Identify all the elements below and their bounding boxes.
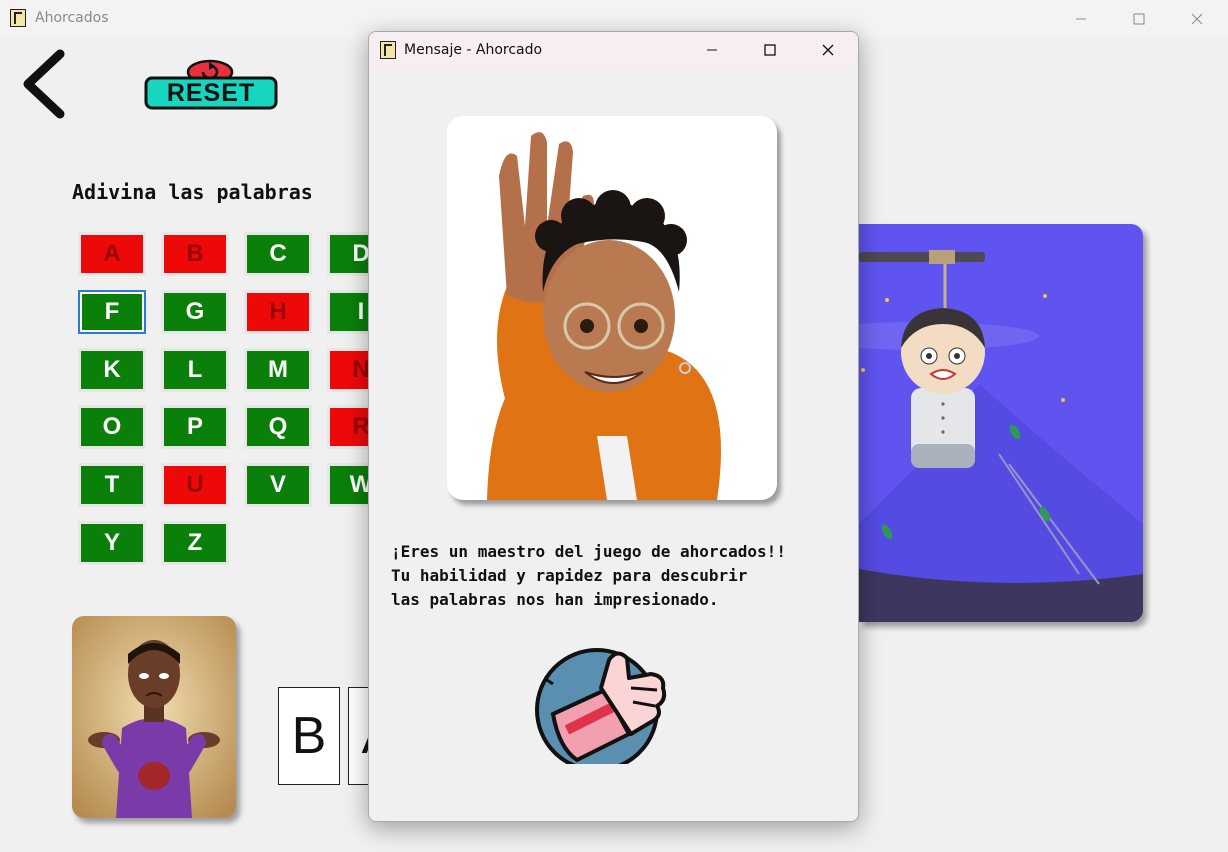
close-icon xyxy=(822,44,834,56)
close-button[interactable] xyxy=(1174,0,1220,38)
letter-button-b[interactable]: B xyxy=(161,232,229,276)
reset-button[interactable]: RESET xyxy=(143,58,279,112)
sad-character-image xyxy=(72,616,236,818)
letter-button-v[interactable]: V xyxy=(244,463,312,508)
dialog-message: ¡Eres un maestro del juego de ahorcados!… xyxy=(391,542,786,609)
letter-button-w[interactable]: W xyxy=(327,463,368,508)
letter-button-u[interactable]: U xyxy=(161,463,229,508)
waving-avatar-image xyxy=(447,116,777,500)
letter-button-c[interactable]: C xyxy=(244,232,312,276)
dialog-maximize-button[interactable] xyxy=(741,32,799,68)
dialog-titlebar: Mensaje - Ahorcado xyxy=(369,32,858,68)
letter-grid: ABCD FGHI KLMN OPQR TUVW YZ xyxy=(72,226,368,576)
letter-button-i[interactable]: I xyxy=(327,289,368,334)
close-icon xyxy=(1191,13,1203,25)
word-letter-box: B xyxy=(278,687,340,785)
letter-button-f[interactable]: F xyxy=(78,289,146,334)
letter-button-h[interactable]: H xyxy=(244,289,312,334)
reset-label: RESET xyxy=(166,78,256,107)
minimize-icon xyxy=(1076,18,1086,20)
letter-button-a[interactable]: A xyxy=(78,232,146,276)
letter-button-g[interactable]: G xyxy=(161,289,229,334)
word-letter: B xyxy=(291,707,327,765)
word-letter-box: A xyxy=(348,687,368,785)
chevron-left-icon[interactable] xyxy=(20,48,70,120)
letter-button-t[interactable]: T xyxy=(78,463,146,508)
letter-button-n[interactable]: N xyxy=(327,347,368,392)
dialog-close-button[interactable] xyxy=(799,32,857,68)
dialog-minimize-button[interactable] xyxy=(683,32,741,68)
letter-button-y[interactable]: Y xyxy=(78,521,146,565)
game-heading: Adivina las palabras xyxy=(72,180,313,204)
letter-button-l[interactable]: L xyxy=(161,347,229,392)
letter-button-r[interactable]: R xyxy=(327,405,368,450)
minimize-button[interactable] xyxy=(1058,0,1104,38)
letter-button-k[interactable]: K xyxy=(78,347,146,392)
maximize-icon xyxy=(764,44,776,56)
window-title: Ahorcados xyxy=(35,10,109,26)
letter-button-q[interactable]: Q xyxy=(244,405,312,450)
thumbs-up-icon xyxy=(535,648,667,764)
hangman-app-icon xyxy=(10,9,26,27)
message-dialog: Mensaje - Ahorcado ¡Eres un maestro del … xyxy=(368,31,859,822)
letter-button-p[interactable]: P xyxy=(161,405,229,450)
letter-button-m[interactable]: M xyxy=(244,347,312,392)
maximize-icon xyxy=(1133,13,1145,25)
word-display: B A xyxy=(278,687,368,787)
hangman-app-icon xyxy=(380,41,396,59)
dialog-title: Mensaje - Ahorcado xyxy=(404,42,543,58)
minimize-icon xyxy=(707,49,717,51)
hangman-image xyxy=(859,224,1143,622)
letter-button-z[interactable]: Z xyxy=(161,521,229,565)
maximize-button[interactable] xyxy=(1116,0,1162,38)
letter-button-o[interactable]: O xyxy=(78,405,146,450)
letter-button-d[interactable]: D xyxy=(327,232,368,276)
